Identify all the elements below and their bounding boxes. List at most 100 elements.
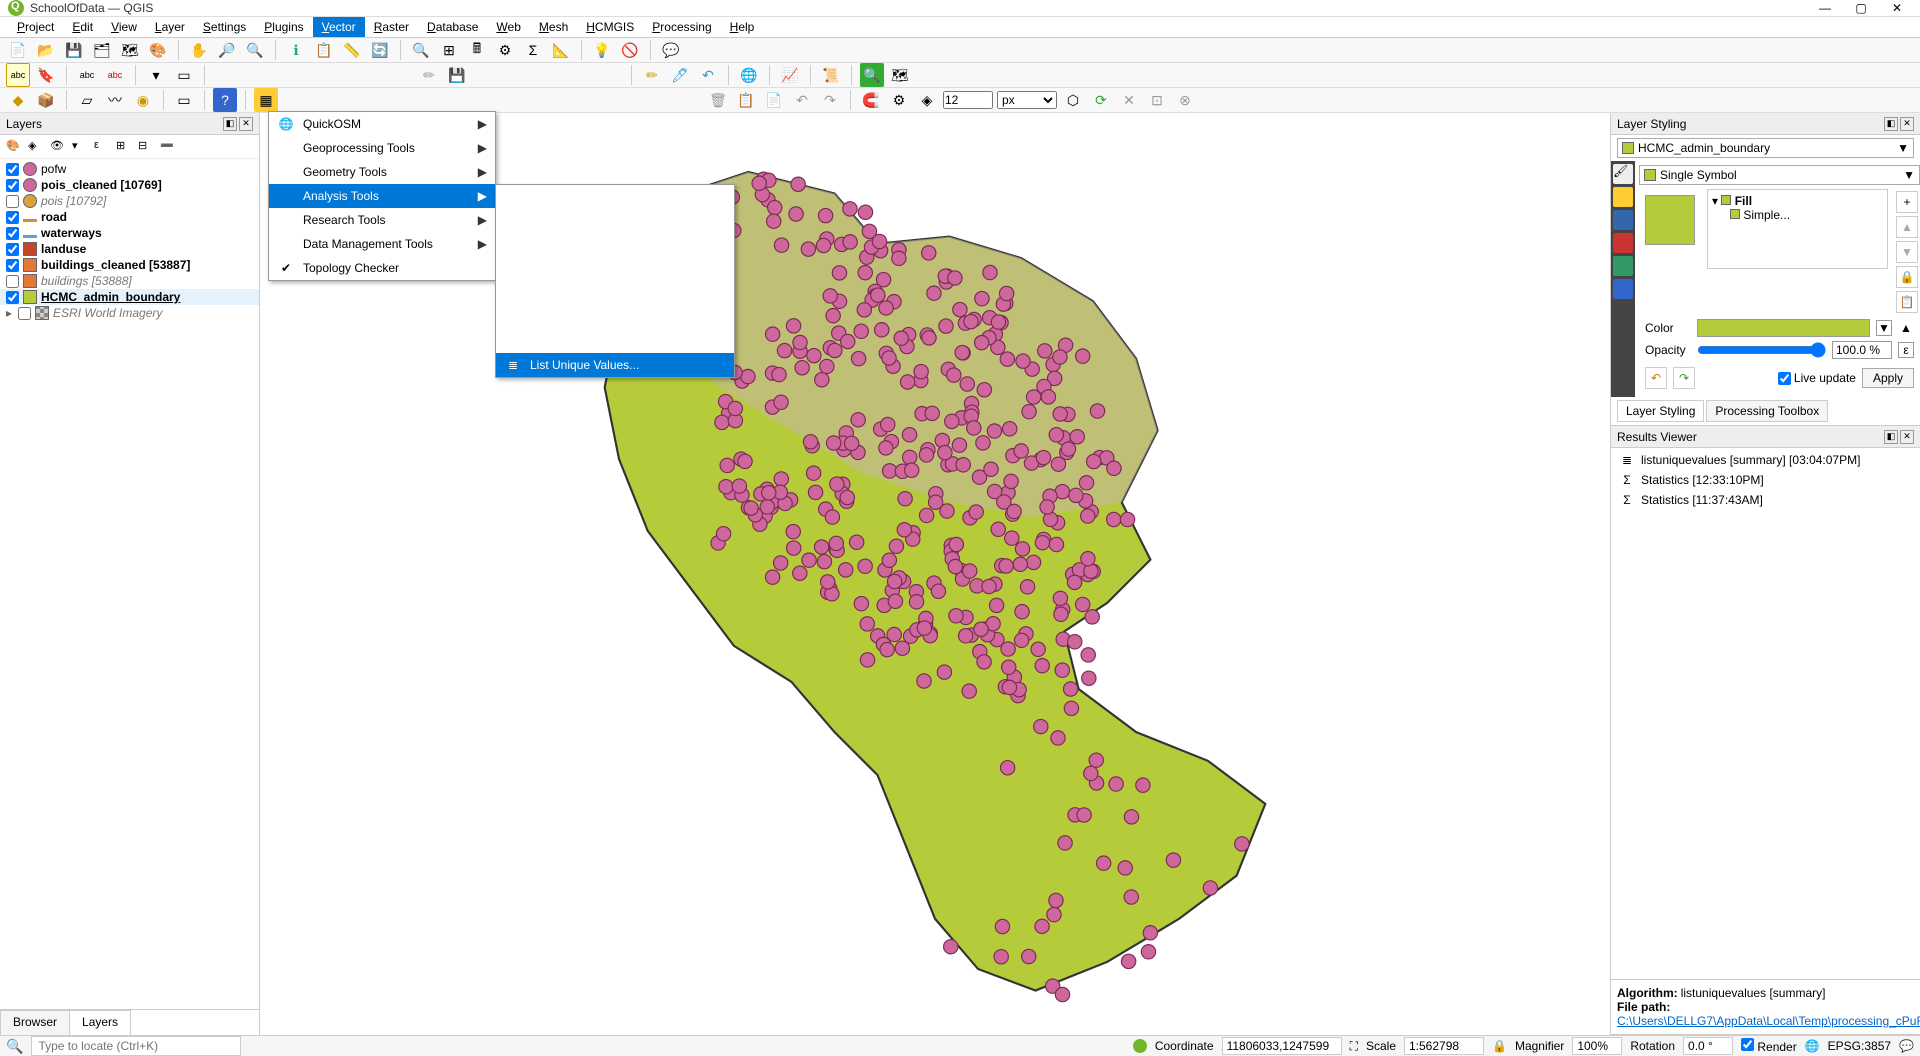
analysis-menu-item[interactable]: ✳Mean Coordinate(s)... bbox=[496, 233, 734, 257]
pan-icon[interactable]: ✋ bbox=[187, 38, 211, 62]
redo2-icon[interactable]: ↷ bbox=[818, 88, 842, 112]
extents-icon[interactable]: ⛶ bbox=[1350, 1039, 1358, 1054]
collapse-all-icon[interactable]: ⊟ bbox=[138, 139, 154, 155]
vector-menu-item[interactable]: Geometry Tools▶ bbox=[269, 160, 495, 184]
crs-icon[interactable]: 🌐 bbox=[1805, 1039, 1820, 1053]
undock-button[interactable]: ◧ bbox=[1884, 117, 1898, 131]
expand-all-icon[interactable]: ⊞ bbox=[116, 139, 132, 155]
add-group-icon[interactable]: ◈ bbox=[28, 139, 44, 155]
edit-node-icon[interactable]: ◉ bbox=[131, 88, 155, 112]
locator-input[interactable] bbox=[31, 1036, 241, 1056]
snap-layer-icon[interactable]: ◈ bbox=[915, 88, 939, 112]
opacity-expr[interactable]: ε bbox=[1898, 342, 1914, 358]
vector-menu-dropdown[interactable]: 🌐QuickOSM▶Geoprocessing Tools▶Geometry T… bbox=[268, 111, 496, 281]
analysis-menu-item[interactable]: ΣBasic Statistics for Fields... bbox=[496, 305, 734, 329]
label-pin-icon[interactable]: abc bbox=[103, 63, 127, 87]
undo2-icon[interactable]: ↶ bbox=[790, 88, 814, 112]
self-snap-icon[interactable]: ⊡ bbox=[1145, 88, 1169, 112]
tips-icon[interactable]: 💡 bbox=[590, 38, 614, 62]
redo-style-button[interactable]: ↷ bbox=[1673, 367, 1695, 389]
snap-distance-input[interactable] bbox=[943, 91, 993, 109]
manage-visibility-icon[interactable]: 👁 bbox=[50, 139, 66, 155]
layer-row[interactable]: HCMC_admin_boundary bbox=[0, 289, 259, 305]
result-row[interactable]: ΣStatistics [11:37:43AM] bbox=[1613, 490, 1918, 510]
menu-layer[interactable]: Layer bbox=[146, 17, 194, 37]
labels-icon[interactable] bbox=[1613, 187, 1633, 207]
apply-button[interactable]: Apply bbox=[1862, 368, 1914, 388]
right-tab[interactable]: Layer Styling bbox=[1617, 400, 1704, 422]
edit-polygon-icon[interactable]: ▱ bbox=[75, 88, 99, 112]
magnifier-input[interactable] bbox=[1572, 1037, 1622, 1055]
analysis-menu-item[interactable]: ▤Distance Matrix... bbox=[496, 329, 734, 353]
close-panel-button[interactable]: ✕ bbox=[1900, 430, 1914, 444]
analysis-tools-submenu[interactable]: ▦Count Points in Polygon...✕Line Interse… bbox=[495, 184, 735, 378]
layer-tree[interactable]: pofwpois_cleaned [10769]pois [10792]road… bbox=[0, 159, 259, 586]
vector-new-icon[interactable]: ◆ bbox=[6, 88, 30, 112]
layer-visibility-checkbox[interactable] bbox=[6, 211, 19, 224]
menu-plugins[interactable]: Plugins bbox=[255, 17, 312, 37]
layer-row[interactable]: buildings_cleaned [53887] bbox=[0, 257, 259, 273]
results-list[interactable]: ≣listuniquevalues [summary] [03:04:07PM]… bbox=[1611, 448, 1920, 979]
analysis-menu-item[interactable]: ✕Line Intersections... bbox=[496, 209, 734, 233]
left-tab-browser[interactable]: Browser bbox=[0, 1010, 70, 1035]
symbology-icon[interactable]: 🖌 bbox=[1613, 164, 1633, 184]
select-color-icon[interactable]: ▦ bbox=[254, 88, 278, 112]
vector-menu-item[interactable]: Data Management Tools▶ bbox=[269, 232, 495, 256]
result-row[interactable]: ΣStatistics [12:33:10PM] bbox=[1613, 470, 1918, 490]
result-row[interactable]: ≣listuniquevalues [summary] [03:04:07PM] bbox=[1613, 450, 1918, 470]
undock-button[interactable]: ◧ bbox=[1884, 430, 1898, 444]
undo-style-button[interactable]: ↶ bbox=[1645, 367, 1667, 389]
style-manager-icon[interactable]: 🎨 bbox=[146, 38, 170, 62]
vector-add-icon[interactable]: 📦 bbox=[34, 88, 58, 112]
layer-visibility-checkbox[interactable] bbox=[18, 307, 31, 320]
label-move-icon[interactable]: abc bbox=[75, 63, 99, 87]
layer-visibility-checkbox[interactable] bbox=[6, 227, 19, 240]
coordinate-input[interactable] bbox=[1222, 1037, 1342, 1055]
filter-icon[interactable]: ▾ bbox=[144, 63, 168, 87]
menu-mesh[interactable]: Mesh bbox=[530, 17, 577, 37]
close-panel-button[interactable]: ✕ bbox=[1900, 117, 1914, 131]
analysis-menu-item[interactable]: ≋Sum Line Lengths... bbox=[496, 281, 734, 305]
expression-filter-icon[interactable]: ε bbox=[94, 139, 110, 155]
layer-row[interactable]: road bbox=[0, 209, 259, 225]
edit-del-icon[interactable]: 🗑 bbox=[706, 88, 730, 112]
menu-view[interactable]: View bbox=[102, 17, 146, 37]
show-layout-manager-icon[interactable]: 🗺 bbox=[118, 38, 142, 62]
opacity-input[interactable] bbox=[1832, 341, 1892, 359]
zoom-in-icon[interactable]: 🔍 bbox=[243, 38, 267, 62]
color-swatch[interactable] bbox=[1697, 319, 1870, 337]
layer-visibility-checkbox[interactable] bbox=[6, 179, 19, 192]
label-tool-icon[interactable]: 🔖 bbox=[34, 63, 58, 87]
vector-menu-item[interactable]: Research Tools▶ bbox=[269, 208, 495, 232]
style-icon[interactable]: 🎨 bbox=[6, 139, 22, 155]
snap-config-icon[interactable]: ⚙ bbox=[887, 88, 911, 112]
add-symbol-layer-button[interactable]: + bbox=[1896, 191, 1918, 213]
save-project-icon[interactable]: 💾 bbox=[62, 38, 86, 62]
move-down-button[interactable]: ▼ bbox=[1896, 241, 1918, 263]
identify-icon[interactable]: ℹ bbox=[284, 38, 308, 62]
field-calc-icon[interactable]: 🖩 bbox=[465, 38, 489, 62]
layer-visibility-checkbox[interactable] bbox=[6, 275, 19, 288]
lock-symbol-button[interactable]: 🔒 bbox=[1896, 266, 1918, 288]
filter-layers-icon[interactable]: ▾ bbox=[72, 139, 88, 155]
dup-symbol-button[interactable]: 📋 bbox=[1896, 291, 1918, 313]
menu-settings[interactable]: Settings bbox=[194, 17, 255, 37]
measure-icon[interactable]: 📏 bbox=[340, 38, 364, 62]
zoom-full-icon[interactable]: 🔍 bbox=[409, 38, 433, 62]
layer-visibility-checkbox[interactable] bbox=[6, 259, 19, 272]
layer-row[interactable]: landuse bbox=[0, 241, 259, 257]
remove-layer-icon[interactable]: ➖ bbox=[160, 139, 176, 155]
diagrams-icon[interactable] bbox=[1613, 256, 1633, 276]
edit-line-icon[interactable]: 〰 bbox=[103, 88, 127, 112]
analysis-menu-item[interactable]: ◈Nearest Neighbour Analysis... bbox=[496, 257, 734, 281]
layer-visibility-checkbox[interactable] bbox=[6, 291, 19, 304]
scale-lock-icon[interactable]: 🔒 bbox=[1492, 1039, 1507, 1053]
speech-icon[interactable]: 💬 bbox=[659, 38, 683, 62]
menu-processing[interactable]: Processing bbox=[643, 17, 720, 37]
layer-visibility-checkbox[interactable] bbox=[6, 195, 19, 208]
3d-icon[interactable] bbox=[1613, 233, 1633, 253]
opacity-slider[interactable] bbox=[1697, 342, 1826, 358]
menu-web[interactable]: Web bbox=[487, 17, 529, 37]
script-icon[interactable]: 📜 bbox=[819, 63, 843, 87]
undo-icon[interactable]: ↶ bbox=[696, 63, 720, 87]
